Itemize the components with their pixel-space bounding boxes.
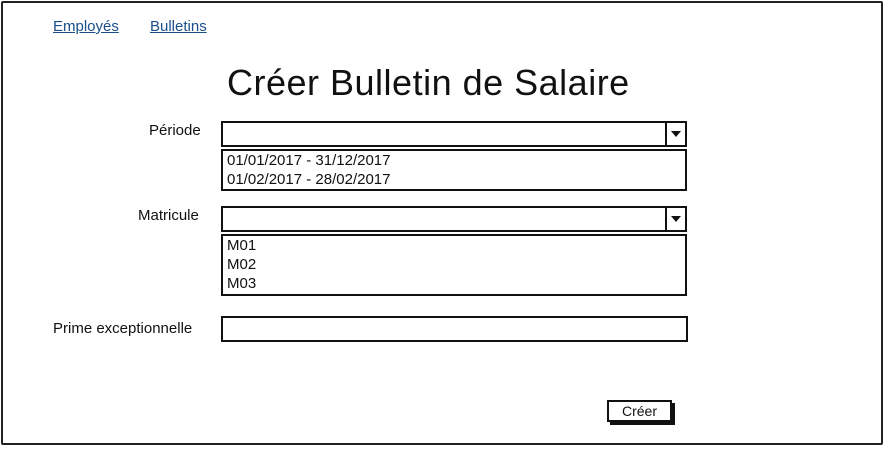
nav-link-employees[interactable]: Employés xyxy=(53,18,119,35)
employee-id-select[interactable] xyxy=(221,206,687,232)
period-options-list[interactable]: 01/01/2017 - 31/12/2017 01/02/2017 - 28/… xyxy=(221,149,687,191)
period-label: Période xyxy=(149,122,201,139)
chevron-down-icon[interactable] xyxy=(665,123,685,145)
employee-id-option[interactable]: M01 xyxy=(227,236,681,255)
bonus-label: Prime exceptionnelle xyxy=(53,320,193,337)
nav-link-payslips[interactable]: Bulletins xyxy=(150,18,207,35)
bonus-input[interactable] xyxy=(221,316,688,342)
create-button[interactable]: Créer xyxy=(607,400,672,422)
period-option[interactable]: 01/01/2017 - 31/12/2017 xyxy=(227,151,681,170)
period-select[interactable] xyxy=(221,121,687,147)
employee-id-label: Matricule xyxy=(138,207,199,224)
employee-id-option[interactable]: M03 xyxy=(227,274,681,293)
chevron-down-icon[interactable] xyxy=(665,208,685,230)
employee-id-options-list[interactable]: M01 M02 M03 xyxy=(221,234,687,296)
period-option[interactable]: 01/02/2017 - 28/02/2017 xyxy=(227,170,681,189)
employee-id-option[interactable]: M02 xyxy=(227,255,681,274)
page-title: Créer Bulletin de Salaire xyxy=(227,62,630,103)
